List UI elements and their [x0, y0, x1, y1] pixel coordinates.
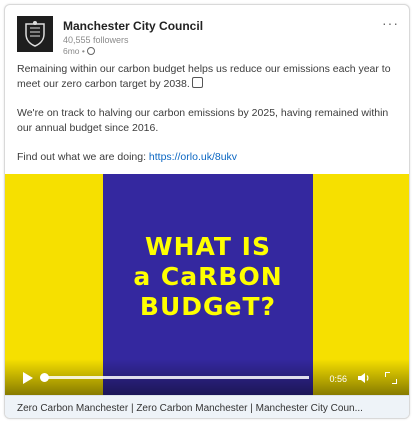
link-preview-footer[interactable]: Zero Carbon Manchester | Zero Carbon Man…	[5, 395, 409, 418]
paragraph-text: Find out what we are doing:	[17, 151, 149, 163]
coat-of-arms-icon	[25, 21, 45, 47]
post-meta: 6mo •	[63, 46, 95, 56]
link-preview-title: Zero Carbon Manchester | Zero Carbon Man…	[17, 403, 363, 414]
organization-logo[interactable]	[17, 16, 53, 52]
video-title-line: BUDGeT?	[139, 292, 277, 321]
organization-name[interactable]: Manchester City Council	[63, 19, 203, 33]
fullscreen-icon[interactable]	[385, 372, 397, 384]
video-title-line: WHAT IS	[145, 232, 271, 261]
more-options-icon[interactable]: ···	[382, 15, 399, 31]
post-paragraph: Remaining within our carbon budget helps…	[17, 62, 393, 92]
video-player[interactable]: WHAT IS a CaRBON BUDGeT? 0:56	[5, 174, 409, 395]
video-title-line: a CaRBON	[133, 262, 283, 291]
post-header: Manchester City Council 40,555 followers…	[17, 13, 399, 56]
paragraph-text: Remaining within our carbon budget helps…	[17, 63, 391, 90]
post-time: 6mo •	[63, 46, 85, 56]
video-title: WHAT IS a CaRBON BUDGeT?	[103, 232, 313, 322]
post-paragraph: Find out what we are doing: https://orlo…	[17, 150, 393, 165]
video-time: 0:56	[329, 374, 347, 384]
post-link[interactable]: https://orlo.uk/8ukv	[149, 151, 237, 163]
post-text: Remaining within our carbon budget helps…	[17, 62, 393, 179]
volume-icon[interactable]	[357, 372, 371, 384]
emoji-icon	[191, 77, 203, 88]
post-paragraph: We're on track to halving our carbon emi…	[17, 107, 389, 134]
globe-icon	[86, 47, 95, 55]
follower-count: 40,555 followers	[63, 35, 129, 45]
progress-bar[interactable]	[43, 376, 309, 379]
linkedin-post-card: Manchester City Council 40,555 followers…	[4, 4, 410, 419]
video-controls: 0:56	[5, 359, 409, 395]
play-icon[interactable]	[23, 372, 33, 384]
progress-thumb[interactable]	[40, 373, 49, 382]
